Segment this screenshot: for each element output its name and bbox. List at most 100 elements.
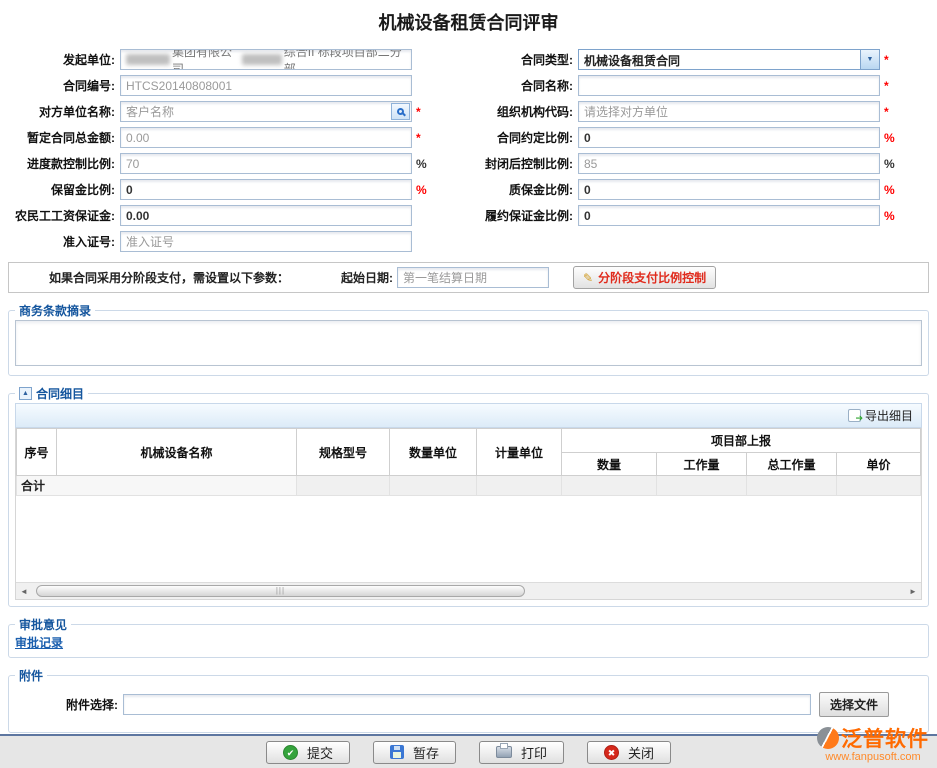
chevron-down-icon[interactable]: ▼ [860,50,879,69]
total-cell [390,476,477,496]
empty-cell [432,231,929,252]
total-row: 合计 [17,476,921,496]
staged-payment-ratio-button[interactable]: ✎ 分阶段支付比例控制 [573,266,716,289]
contract-details-legend: ▲ 合同细目 [15,385,88,402]
check-icon: ✔ [283,745,298,760]
progress-ratio-label: 进度款控制比例: [8,155,120,172]
required-marker: * [884,53,896,67]
print-button[interactable]: 打印 [479,741,564,764]
horizontal-scrollbar[interactable]: ◄ ||| ► [16,582,921,599]
agreed-ratio-input[interactable] [578,127,880,148]
total-cell [477,476,562,496]
close-icon: ✖ [604,745,619,760]
attachments-section: 附件 附件选择: 选择文件 [8,667,929,733]
details-table: 序号 机械设备名称 规格型号 数量单位 计量单位 项目部上报 数量 工作量 总工… [16,428,921,496]
col-group-project-report: 项目部上报 [562,429,921,453]
approval-record-link[interactable]: 审批记录 [15,636,63,650]
field-warranty-ratio: 质保金比例: % [432,179,929,200]
staged-payment-note: 如果合同采用分阶段支付，需设置以下参数： [49,269,289,286]
org-code-label: 组织机构代码: [432,103,578,120]
col-workload: 工作量 [657,453,747,476]
wage-guarantee-label: 农民工工资保证金: [8,207,120,224]
field-closed-ratio: 封闭后控制比例: % [432,153,929,174]
percent-marker: % [884,157,896,171]
total-label: 合计 [17,476,297,496]
initiator-label: 发起单位: [8,51,120,68]
attachment-row: 附件选择: 选择文件 [15,685,922,726]
search-icon [397,108,404,115]
field-progress-ratio: 进度款控制比例: % [8,153,432,174]
close-label: 关闭 [628,743,654,762]
export-details-label: 导出细目 [865,407,913,424]
attachments-legend: 附件 [15,667,47,684]
scrollbar-track[interactable]: ||| [32,584,905,599]
contract-type-value: 机械设备租赁合同 [579,50,860,69]
required-marker: * [416,105,428,119]
contract-type-select[interactable]: 机械设备租赁合同 ▼ [578,49,880,70]
submit-button[interactable]: ✔ 提交 [266,741,350,764]
details-empty-area [16,496,921,582]
col-unit-price: 单价 [837,453,921,476]
admission-no-input[interactable] [120,231,412,252]
field-tentative-amount: 暂定合同总金额: * [8,127,432,148]
pencil-icon: ✎ [583,271,593,285]
contract-no-input[interactable] [120,75,412,96]
contract-name-input[interactable] [578,75,880,96]
percent-marker: % [884,209,896,223]
field-contract-no: 合同编号: [8,75,432,96]
tentative-amount-input[interactable] [120,127,412,148]
close-button[interactable]: ✖ 关闭 [587,741,671,764]
business-terms-legend: 商务条款摘录 [15,302,95,319]
wage-guarantee-input[interactable] [120,205,412,226]
printer-icon [496,746,512,758]
grip-icon: ||| [276,586,285,595]
col-qty-unit: 数量单位 [390,429,477,476]
required-marker: * [884,79,896,93]
vendor-logo-name: 泛普软件 [841,723,929,753]
org-code-input[interactable] [578,101,880,122]
admission-no-label: 准入证号: [8,233,120,250]
choose-file-button[interactable]: 选择文件 [819,692,889,717]
search-button[interactable] [391,103,410,120]
initiator-input[interactable]: 集团有限公司 综合II 标段项目部二分部 [120,49,412,70]
percent-marker: % [416,183,428,197]
field-initiator: 发起单位: 集团有限公司 综合II 标段项目部二分部 [8,49,432,70]
attachment-input[interactable] [123,694,811,715]
staged-payment-ratio-label: 分阶段支付比例控制 [598,269,706,286]
collapse-icon[interactable]: ▲ [19,387,32,400]
export-details-button[interactable]: ➔ 导出细目 [848,407,913,424]
percent-marker: % [416,157,428,171]
masked-text [242,54,282,65]
counterparty-input[interactable] [120,101,412,122]
business-terms-textarea[interactable] [15,320,922,366]
field-contract-name: 合同名称: * [432,75,929,96]
save-draft-button[interactable]: 暂存 [373,741,456,764]
scrollbar-thumb[interactable]: ||| [36,585,525,597]
col-equipment-name: 机械设备名称 [57,429,297,476]
progress-ratio-input[interactable] [120,153,412,174]
required-marker: * [416,131,428,145]
approval-section: 审批意见 审批记录 [8,616,929,658]
closed-ratio-label: 封闭后控制比例: [432,155,578,172]
submit-label: 提交 [307,743,333,762]
field-contract-type: 合同类型: 机械设备租赁合同 ▼ * [432,49,929,70]
print-label: 打印 [521,743,547,762]
scroll-left-icon[interactable]: ◄ [16,587,32,596]
contract-no-label: 合同编号: [8,77,120,94]
export-icon: ➔ [848,409,861,422]
field-counterparty: 对方单位名称: * [8,101,432,122]
vendor-logo: 泛普软件 www.fanpusoft.com [817,723,929,763]
footer-toolbar: ✔ 提交 暂存 打印 ✖ 关闭 [0,734,937,768]
contract-details-section: ▲ 合同细目 ➔ 导出细目 序号 机械设备名称 规格型号 数量单位 计量单位 项… [8,385,929,607]
field-wage-guarantee: 农民工工资保证金: [8,205,432,226]
col-total-workload: 总工作量 [747,453,837,476]
scroll-right-icon[interactable]: ► [905,587,921,596]
closed-ratio-input[interactable] [578,153,880,174]
warranty-ratio-input[interactable] [578,179,880,200]
retention-ratio-input[interactable] [120,179,412,200]
warranty-ratio-label: 质保金比例: [432,181,578,198]
performance-ratio-input[interactable] [578,205,880,226]
attachment-label: 附件选择: [15,696,123,713]
start-date-input[interactable] [397,267,549,288]
col-measure-unit: 计量单位 [477,429,562,476]
